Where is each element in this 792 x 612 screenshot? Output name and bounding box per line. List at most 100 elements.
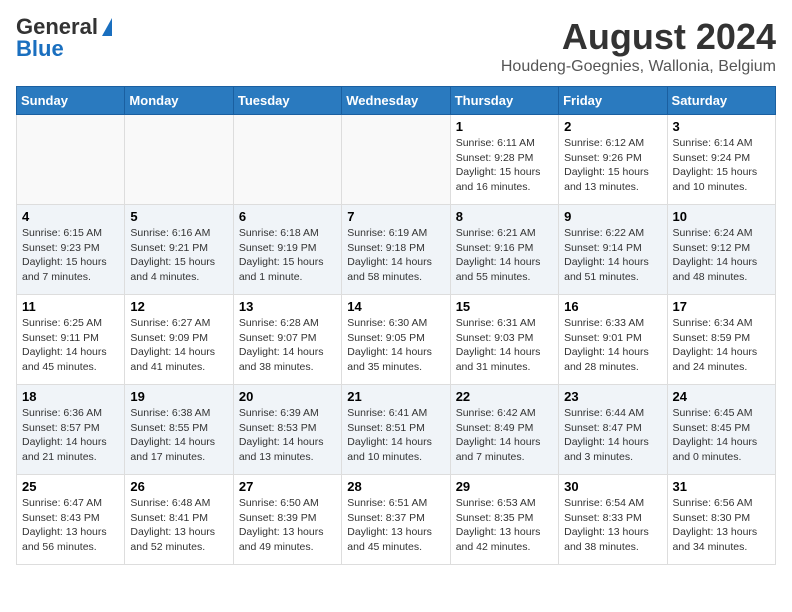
calendar-table: SundayMondayTuesdayWednesdayThursdayFrid… — [16, 86, 776, 565]
day-info: Sunrise: 6:33 AM Sunset: 9:01 PM Dayligh… — [564, 316, 661, 375]
day-info: Sunrise: 6:38 AM Sunset: 8:55 PM Dayligh… — [130, 406, 227, 465]
day-number: 11 — [22, 299, 119, 314]
calendar-cell: 26 Sunrise: 6:48 AM Sunset: 8:41 PM Dayli… — [125, 475, 233, 565]
day-number: 10 — [673, 209, 770, 224]
day-info: Sunrise: 6:53 AM Sunset: 8:35 PM Dayligh… — [456, 496, 553, 555]
calendar-cell: 25 Sunrise: 6:47 AM Sunset: 8:43 PM Dayli… — [17, 475, 125, 565]
calendar-cell: 16 Sunrise: 6:33 AM Sunset: 9:01 PM Dayli… — [559, 295, 667, 385]
header-friday: Friday — [559, 87, 667, 115]
logo-triangle-icon — [102, 18, 112, 36]
day-info: Sunrise: 6:27 AM Sunset: 9:09 PM Dayligh… — [130, 316, 227, 375]
day-info: Sunrise: 6:16 AM Sunset: 9:21 PM Dayligh… — [130, 226, 227, 285]
week-row-1: 1Sunrise: 6:11 AM Sunset: 9:28 PM Daylig… — [17, 115, 776, 205]
logo: General Blue — [16, 16, 112, 60]
header-thursday: Thursday — [450, 87, 558, 115]
day-number: 18 — [22, 389, 119, 404]
title-area: August 2024 Houdeng-Goegnies, Wallonia, … — [501, 16, 776, 76]
main-title: August 2024 — [501, 16, 776, 58]
calendar-cell: 9 Sunrise: 6:22 AM Sunset: 9:14 PM Daylig… — [559, 205, 667, 295]
day-number: 25 — [22, 479, 119, 494]
day-info: Sunrise: 6:48 AM Sunset: 8:41 PM Dayligh… — [130, 496, 227, 555]
day-info: Sunrise: 6:47 AM Sunset: 8:43 PM Dayligh… — [22, 496, 119, 555]
logo-general-text: General — [16, 16, 98, 38]
calendar-cell: 27 Sunrise: 6:50 AM Sunset: 8:39 PM Dayli… — [233, 475, 341, 565]
subtitle: Houdeng-Goegnies, Wallonia, Belgium — [501, 58, 776, 76]
day-number: 27 — [239, 479, 336, 494]
calendar-cell: 22Sunrise: 6:42 AM Sunset: 8:49 PM Dayli… — [450, 385, 558, 475]
calendar-cell: 1Sunrise: 6:11 AM Sunset: 9:28 PM Daylig… — [450, 115, 558, 205]
week-row-3: 11 Sunrise: 6:25 AM Sunset: 9:11 PM Dayli… — [17, 295, 776, 385]
calendar-cell: 6 Sunrise: 6:18 AM Sunset: 9:19 PM Daylig… — [233, 205, 341, 295]
header-sunday: Sunday — [17, 87, 125, 115]
calendar-cell: 10 Sunrise: 6:24 AM Sunset: 9:12 PM Dayli… — [667, 205, 775, 295]
calendar-cell: 19 Sunrise: 6:38 AM Sunset: 8:55 PM Dayli… — [125, 385, 233, 475]
header-tuesday: Tuesday — [233, 87, 341, 115]
day-info: Sunrise: 6:54 AM Sunset: 8:33 PM Dayligh… — [564, 496, 661, 555]
day-info: Sunrise: 6:22 AM Sunset: 9:14 PM Dayligh… — [564, 226, 661, 285]
day-number: 12 — [130, 299, 227, 314]
day-info: Sunrise: 6:25 AM Sunset: 9:11 PM Dayligh… — [22, 316, 119, 375]
header-saturday: Saturday — [667, 87, 775, 115]
day-info: Sunrise: 6:11 AM Sunset: 9:28 PM Dayligh… — [456, 136, 553, 195]
calendar-cell: 15 Sunrise: 6:31 AM Sunset: 9:03 PM Dayli… — [450, 295, 558, 385]
day-number: 29 — [456, 479, 553, 494]
calendar-cell: 23 Sunrise: 6:44 AM Sunset: 8:47 PM Dayli… — [559, 385, 667, 475]
day-info: Sunrise: 6:44 AM Sunset: 8:47 PM Dayligh… — [564, 406, 661, 465]
day-number: 5 — [130, 209, 227, 224]
day-number: 31 — [673, 479, 770, 494]
day-number: 13 — [239, 299, 336, 314]
day-number: 15 — [456, 299, 553, 314]
calendar-cell — [125, 115, 233, 205]
day-number: 16 — [564, 299, 661, 314]
day-info: Sunrise: 6:31 AM Sunset: 9:03 PM Dayligh… — [456, 316, 553, 375]
calendar-cell: 8Sunrise: 6:21 AM Sunset: 9:16 PM Daylig… — [450, 205, 558, 295]
day-info: Sunrise: 6:18 AM Sunset: 9:19 PM Dayligh… — [239, 226, 336, 285]
day-number: 9 — [564, 209, 661, 224]
day-info: Sunrise: 6:15 AM Sunset: 9:23 PM Dayligh… — [22, 226, 119, 285]
calendar-cell: 30Sunrise: 6:54 AM Sunset: 8:33 PM Dayli… — [559, 475, 667, 565]
calendar-cell: 17 Sunrise: 6:34 AM Sunset: 8:59 PM Dayli… — [667, 295, 775, 385]
day-number: 14 — [347, 299, 444, 314]
day-number: 23 — [564, 389, 661, 404]
calendar-cell: 2 Sunrise: 6:12 AM Sunset: 9:26 PM Daylig… — [559, 115, 667, 205]
calendar-cell — [17, 115, 125, 205]
day-number: 7 — [347, 209, 444, 224]
day-info: Sunrise: 6:24 AM Sunset: 9:12 PM Dayligh… — [673, 226, 770, 285]
calendar-cell: 28Sunrise: 6:51 AM Sunset: 8:37 PM Dayli… — [342, 475, 450, 565]
day-info: Sunrise: 6:19 AM Sunset: 9:18 PM Dayligh… — [347, 226, 444, 285]
day-number: 21 — [347, 389, 444, 404]
day-number: 20 — [239, 389, 336, 404]
day-number: 19 — [130, 389, 227, 404]
day-info: Sunrise: 6:56 AM Sunset: 8:30 PM Dayligh… — [673, 496, 770, 555]
calendar-cell: 13 Sunrise: 6:28 AM Sunset: 9:07 PM Dayli… — [233, 295, 341, 385]
day-number: 17 — [673, 299, 770, 314]
day-number: 8 — [456, 209, 553, 224]
day-number: 6 — [239, 209, 336, 224]
calendar-cell: 7 Sunrise: 6:19 AM Sunset: 9:18 PM Daylig… — [342, 205, 450, 295]
day-info: Sunrise: 6:34 AM Sunset: 8:59 PM Dayligh… — [673, 316, 770, 375]
day-info: Sunrise: 6:12 AM Sunset: 9:26 PM Dayligh… — [564, 136, 661, 195]
day-number: 22 — [456, 389, 553, 404]
day-info: Sunrise: 6:39 AM Sunset: 8:53 PM Dayligh… — [239, 406, 336, 465]
calendar-cell — [233, 115, 341, 205]
day-number: 28 — [347, 479, 444, 494]
day-number: 26 — [130, 479, 227, 494]
logo-blue-text: Blue — [16, 38, 64, 60]
calendar-cell: 21Sunrise: 6:41 AM Sunset: 8:51 PM Dayli… — [342, 385, 450, 475]
day-info: Sunrise: 6:45 AM Sunset: 8:45 PM Dayligh… — [673, 406, 770, 465]
week-row-2: 4Sunrise: 6:15 AM Sunset: 9:23 PM Daylig… — [17, 205, 776, 295]
day-info: Sunrise: 6:50 AM Sunset: 8:39 PM Dayligh… — [239, 496, 336, 555]
day-info: Sunrise: 6:28 AM Sunset: 9:07 PM Dayligh… — [239, 316, 336, 375]
day-number: 2 — [564, 119, 661, 134]
calendar-cell: 5 Sunrise: 6:16 AM Sunset: 9:21 PM Daylig… — [125, 205, 233, 295]
week-row-5: 25 Sunrise: 6:47 AM Sunset: 8:43 PM Dayli… — [17, 475, 776, 565]
header-wednesday: Wednesday — [342, 87, 450, 115]
day-number: 24 — [673, 389, 770, 404]
calendar-cell: 31 Sunrise: 6:56 AM Sunset: 8:30 PM Dayli… — [667, 475, 775, 565]
week-row-4: 18Sunrise: 6:36 AM Sunset: 8:57 PM Dayli… — [17, 385, 776, 475]
day-number: 3 — [673, 119, 770, 134]
calendar-cell: 4Sunrise: 6:15 AM Sunset: 9:23 PM Daylig… — [17, 205, 125, 295]
header-monday: Monday — [125, 87, 233, 115]
calendar-cell: 14Sunrise: 6:30 AM Sunset: 9:05 PM Dayli… — [342, 295, 450, 385]
header: General Blue August 2024 Houdeng-Goegnie… — [16, 16, 776, 76]
